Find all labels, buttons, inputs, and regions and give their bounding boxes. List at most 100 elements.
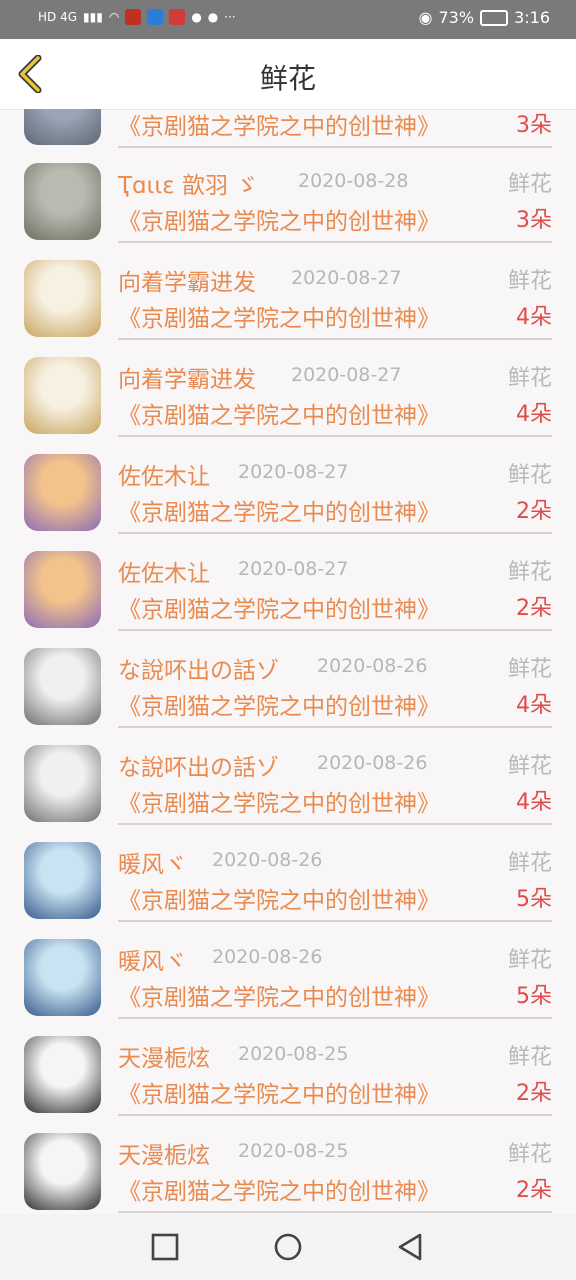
gift-list-item[interactable]: 佐佐木让 2020-08-27 鲜花 《京剧猫之学院之中的创世神》 2朵 <box>0 543 576 640</box>
row-detail: 《京剧猫之学院之中的创世神》 5朵 <box>118 881 552 915</box>
user-name[interactable]: 佐佐木让 <box>118 457 210 491</box>
flower-count: 5朵 <box>516 984 552 1009</box>
gift-list-item[interactable]: な說吥出の話ゾ 2020-08-26 鲜花 《京剧猫之学院之中的创世神》 4朵 <box>0 737 576 834</box>
row-divider <box>118 338 552 340</box>
recent-apps-button[interactable] <box>150 1232 180 1262</box>
gift-type-label: 鲜花 <box>507 560 552 585</box>
book-title[interactable]: 《京剧猫之学院之中的创世神》 <box>118 202 440 236</box>
row-detail: 《京剧猫之学院之中的创世神》 4朵 <box>118 299 552 333</box>
user-name[interactable]: 天漫栀炫 <box>118 1136 210 1170</box>
user-name[interactable]: 向着学霸进发 <box>118 263 256 297</box>
row-header: 佐佐木让 2020-08-27 鲜花 <box>118 554 552 588</box>
flower-count: 4朵 <box>516 693 552 718</box>
book-title[interactable]: 《京剧猫之学院之中的创世神》 <box>118 1075 440 1109</box>
flower-count: 2朵 <box>516 1081 552 1106</box>
gift-list-item[interactable]: Ҭɑιιε 歆羽 ゞ 2020-08-28 鲜花《京剧猫之学院之中的创世神》 3朵 <box>0 155 576 252</box>
gift-type-label: 鲜花 <box>507 1045 552 1070</box>
gift-type-label: 鲜花 <box>507 1142 552 1167</box>
row-header: 向着学霸进发 2020-08-27 鲜花 <box>118 360 552 394</box>
row-detail: 《京剧猫之学院之中的创世神》 3朵 <box>118 202 552 236</box>
gift-date: 2020-08-27 <box>238 558 349 580</box>
user-avatar[interactable] <box>24 842 101 919</box>
gift-list-item[interactable]: 暖风ヾ 2020-08-26 鲜花 《京剧猫之学院之中的创世神》 5朵 <box>0 931 576 1028</box>
gift-type-label: 鲜花 <box>507 754 552 779</box>
user-avatar[interactable] <box>24 1133 101 1210</box>
user-name[interactable]: 暖风ヾ <box>118 942 187 976</box>
book-title[interactable]: 《京剧猫之学院之中的创世神》 <box>118 109 440 141</box>
gift-date: 2020-08-27 <box>291 267 402 289</box>
flower-count: 3朵 <box>516 113 552 138</box>
gift-type-label: 鲜花 <box>507 851 552 876</box>
book-title[interactable]: 《京剧猫之学院之中的创世神》 <box>118 784 440 818</box>
row-divider <box>118 1017 552 1019</box>
book-title[interactable]: 《京剧猫之学院之中的创世神》 <box>118 590 440 624</box>
more-icon: ··· <box>224 10 236 24</box>
gift-list-item[interactable]: 天漫栀炫 2020-08-25 鲜花 《京剧猫之学院之中的创世神》 2朵 <box>0 1028 576 1125</box>
book-title[interactable]: 《京剧猫之学院之中的创世神》 <box>118 396 440 430</box>
gift-list-item[interactable]: 佐佐木让 2020-08-27 鲜花 《京剧猫之学院之中的创世神》 2朵 <box>0 446 576 543</box>
gift-type-label: 鲜花 <box>507 172 552 197</box>
user-avatar[interactable] <box>24 745 101 822</box>
gift-list-item[interactable]: 向着学霸进发 2020-08-27 鲜花 《京剧猫之学院之中的创世神》 4朵 <box>0 252 576 349</box>
user-avatar[interactable] <box>24 551 101 628</box>
gift-type-label: 鲜花 <box>507 366 552 391</box>
status-left: HD 4G ▮▮▮ ◠ ● ● ··· <box>38 9 236 25</box>
row-header: 天漫栀炫 2020-08-25 鲜花 <box>118 1039 552 1073</box>
row-detail: 《京剧猫之学院之中的创世神》 3朵 <box>118 109 552 141</box>
flower-count: 5朵 <box>516 887 552 912</box>
row-header: 暖风ヾ 2020-08-26 鲜花 <box>118 942 552 976</box>
book-title[interactable]: 《京剧猫之学院之中的创世神》 <box>118 881 440 915</box>
gift-date: 2020-08-28 <box>298 170 409 192</box>
book-title[interactable]: 《京剧猫之学院之中的创世神》 <box>118 493 440 527</box>
book-title[interactable]: 《京剧猫之学院之中的创世神》 <box>118 299 440 333</box>
gift-list-item[interactable]: 天漫栀炫 2020-08-25 鲜花《京剧猫之学院之中的创世神》 2朵 <box>0 1125 576 1214</box>
user-avatar[interactable] <box>24 1036 101 1113</box>
back-nav-button[interactable] <box>395 1232 425 1262</box>
user-avatar[interactable] <box>24 109 101 145</box>
gift-list-item[interactable]: 暖风ヾ 2020-08-26 鲜花 《京剧猫之学院之中的创世神》 5朵 <box>0 834 576 931</box>
row-detail: 《京剧猫之学院之中的创世神》 2朵 <box>118 1075 552 1109</box>
user-name[interactable]: 天漫栀炫 <box>118 1039 210 1073</box>
user-name[interactable]: Ҭɑιιε 歆羽 ゞ <box>118 166 258 200</box>
row-detail: 《京剧猫之学院之中的创世神》 5朵 <box>118 978 552 1012</box>
home-button[interactable] <box>273 1232 303 1262</box>
gift-date: 2020-08-26 <box>317 655 428 677</box>
gift-list-item[interactable]: 向着学霸进发 2020-08-27 鲜花 《京剧猫之学院之中的创世神》 4朵 <box>0 349 576 446</box>
wechat-icon: ● <box>191 10 202 24</box>
row-divider <box>118 1114 552 1116</box>
user-avatar[interactable] <box>24 357 101 434</box>
user-avatar[interactable] <box>24 163 101 240</box>
book-title[interactable]: 《京剧猫之学院之中的创世神》 <box>118 1172 440 1206</box>
user-name[interactable]: な說吥出の話ゾ <box>118 748 279 782</box>
user-avatar[interactable] <box>24 260 101 337</box>
user-name[interactable]: な說吥出の話ゾ <box>118 651 279 685</box>
flower-count: 4朵 <box>516 402 552 427</box>
user-avatar[interactable] <box>24 648 101 725</box>
row-detail: 《京剧猫之学院之中的创世神》 4朵 <box>118 396 552 430</box>
row-detail: 《京剧猫之学院之中的创世神》 4朵 <box>118 687 552 721</box>
gift-list-item[interactable]: な說吥出の話ゾ 2020-08-26 鲜花《京剧猫之学院之中的创世神》 4朵 <box>0 640 576 737</box>
gift-type-label: 鲜花 <box>507 948 552 973</box>
gift-type-label: 鲜花 <box>507 657 552 682</box>
gift-date: 2020-08-25 <box>238 1140 349 1162</box>
row-detail: 《京剧猫之学院之中的创世神》 2朵 <box>118 1172 552 1206</box>
gift-list-item[interactable]: 《京剧猫之学院之中的创世神》 3朵 <box>0 109 576 157</box>
status-bar: HD 4G ▮▮▮ ◠ ● ● ··· ◉ 73% 3:16 <box>0 0 576 39</box>
app-bar: 鲜花 <box>0 39 576 110</box>
user-name[interactable]: 暖风ヾ <box>118 845 187 879</box>
network-label: HD 4G <box>38 10 78 24</box>
book-title[interactable]: 《京剧猫之学院之中的创世神》 <box>118 978 440 1012</box>
user-name[interactable]: 向着学霸进发 <box>118 360 256 394</box>
book-title[interactable]: 《京剧猫之学院之中的创世神》 <box>118 687 440 721</box>
flower-count: 2朵 <box>516 1178 552 1203</box>
row-header: な說吥出の話ゾ 2020-08-26 鲜花 <box>118 651 552 685</box>
row-divider <box>118 146 552 148</box>
user-name[interactable]: 佐佐木让 <box>118 554 210 588</box>
row-header: 佐佐木让 2020-08-27 鲜花 <box>118 457 552 491</box>
row-header: な說吥出の話ゾ 2020-08-26 鲜花 <box>118 748 552 782</box>
user-avatar[interactable] <box>24 454 101 531</box>
flower-count: 2朵 <box>516 499 552 524</box>
message-icon: ● <box>207 10 219 24</box>
row-divider <box>118 241 552 243</box>
user-avatar[interactable] <box>24 939 101 1016</box>
